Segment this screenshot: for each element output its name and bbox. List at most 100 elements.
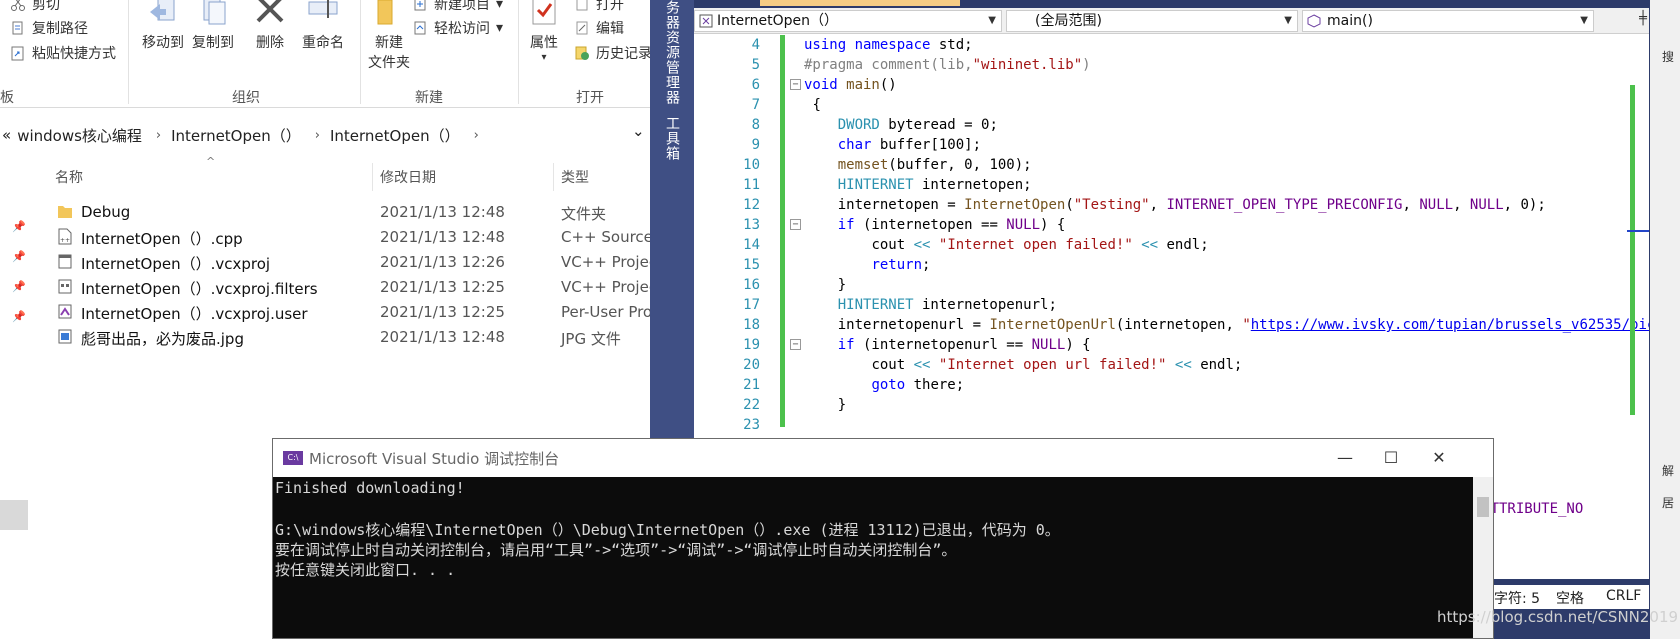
folder-icon bbox=[58, 206, 72, 218]
easy-access-button[interactable]: 轻松访问 ▾ bbox=[412, 18, 503, 38]
new-item-label: 新建项目 bbox=[434, 0, 490, 13]
cpp-file-icon: ++ bbox=[58, 228, 72, 245]
cut-label: 剪切 bbox=[32, 0, 60, 13]
scope-dropdown[interactable]: (全局范围) ▼ bbox=[1006, 10, 1298, 32]
project-dropdown[interactable]: InternetOpen（） ▼ bbox=[694, 10, 1002, 32]
code-token: if bbox=[837, 337, 855, 353]
new-item-caret-icon: ▾ bbox=[496, 0, 504, 12]
file-row[interactable]: Debug 2021/1/13 12:48 文件夹 bbox=[0, 200, 652, 225]
code-token: there; bbox=[905, 377, 965, 393]
code-line: HINTERNET internetopen; bbox=[804, 175, 1032, 195]
svg-text:++: ++ bbox=[60, 237, 70, 244]
code-area[interactable]: 4 5 6 7 8 9 10 11 12 13 14 15 16 17 18 1… bbox=[694, 35, 1649, 439]
code-token: } bbox=[837, 277, 847, 293]
file-row[interactable]: ++ InternetOpen（）.cpp 2021/1/13 12:48 C+… bbox=[0, 225, 652, 250]
properties-panel-tab[interactable]: 居 bbox=[1662, 494, 1674, 511]
file-row[interactable]: 彪哥出品，必为废品.jpg 2021/1/13 12:48 JPG 文件 bbox=[0, 325, 652, 350]
line-number: 23 bbox=[743, 417, 760, 433]
new-item-icon bbox=[414, 0, 426, 11]
file-name: InternetOpen（）.vcxproj.filters bbox=[81, 280, 318, 298]
column-divider[interactable] bbox=[372, 163, 373, 191]
breadcrumb-chevron-icon[interactable]: › bbox=[315, 128, 320, 143]
line-number: 5 bbox=[751, 57, 760, 73]
paste-shortcut-button[interactable]: 粘贴快捷方式 bbox=[10, 43, 116, 63]
address-bar[interactable]: « windows核心编程 › InternetOpen（） › Interne… bbox=[0, 120, 652, 150]
code-token: NULL bbox=[1419, 197, 1454, 213]
code-token: void bbox=[804, 77, 838, 93]
breadcrumb-project[interactable]: InternetOpen（） bbox=[171, 125, 301, 146]
toolbox-tab[interactable]: 工具箱 bbox=[662, 116, 682, 161]
console-title: Microsoft Visual Studio 调试控制台 bbox=[309, 450, 560, 468]
address-back-icon[interactable]: « bbox=[2, 126, 11, 144]
change-tracking-bar bbox=[780, 35, 785, 427]
scrollbar-change-marker bbox=[1630, 85, 1635, 415]
column-type[interactable]: 类型 bbox=[561, 167, 589, 187]
column-divider[interactable] bbox=[553, 163, 554, 191]
code-token: << bbox=[1141, 237, 1159, 253]
ribbon-separator bbox=[128, 0, 129, 104]
scrollbar-thumb[interactable] bbox=[1477, 497, 1489, 517]
column-date[interactable]: 修改日期 bbox=[380, 167, 436, 187]
console-title-bar[interactable]: C:\ Microsoft Visual Studio 调试控制台 — ☐ ✕ bbox=[273, 439, 1493, 477]
fold-toggle-icon[interactable]: − bbox=[790, 219, 801, 230]
history-button[interactable]: 历史记录 bbox=[574, 43, 652, 63]
history-icon bbox=[575, 46, 589, 60]
member-dropdown[interactable]: main() ▼ bbox=[1302, 10, 1594, 32]
breadcrumb-chevron-icon[interactable]: › bbox=[156, 128, 161, 143]
fold-toggle-icon[interactable]: − bbox=[790, 79, 801, 90]
copy-path-button[interactable]: 复制路径 bbox=[10, 18, 88, 38]
maximize-button[interactable]: ☐ bbox=[1373, 445, 1409, 471]
file-row[interactable]: InternetOpen（）.vcxproj 2021/1/13 12:26 V… bbox=[0, 250, 652, 275]
ribbon: 剪切 复制路径 粘贴快捷方式 板 移动到 复制到 删除 重命名 组织 新建 文件… bbox=[0, 0, 652, 108]
solution-panel-tab[interactable]: 解 bbox=[1662, 462, 1674, 479]
ribbon-separator bbox=[518, 0, 519, 104]
active-doc-tab[interactable] bbox=[760, 0, 960, 6]
code-token: memset bbox=[837, 157, 889, 173]
code-token: internetopenurl = bbox=[837, 317, 990, 333]
editor-navigation-bar: InternetOpen（） ▼ (全局范围) ▼ main() ▼ ╪ bbox=[694, 8, 1649, 34]
status-spaces[interactable]: 空格 bbox=[1556, 588, 1584, 608]
column-name[interactable]: 名称 bbox=[55, 167, 83, 187]
console-app-icon: C:\ bbox=[283, 451, 303, 465]
breadcrumb-folder[interactable]: InternetOpen（） bbox=[330, 125, 460, 146]
move-to-button[interactable]: 移动到 bbox=[138, 0, 188, 52]
code-token: using bbox=[804, 37, 847, 53]
new-group-label: 新建 bbox=[415, 90, 443, 106]
search-panel-tab[interactable]: 搜 bbox=[1662, 48, 1674, 65]
close-button[interactable]: ✕ bbox=[1421, 445, 1457, 471]
new-folder-button[interactable]: 新建 文件夹 bbox=[360, 0, 418, 72]
code-url-link[interactable]: https://www.ivsky.com/tupian/brussels_v6… bbox=[1251, 317, 1649, 333]
status-eol[interactable]: CRLF bbox=[1606, 588, 1641, 604]
console-output[interactable]: Finished downloading! G:\windows核心编程\Int… bbox=[273, 477, 1473, 638]
line-number: 14 bbox=[743, 237, 760, 253]
code-line: return; bbox=[804, 255, 930, 275]
file-row[interactable]: InternetOpen（）.vcxproj.user 2021/1/13 12… bbox=[0, 300, 652, 325]
rename-button[interactable]: 重命名 bbox=[296, 0, 350, 52]
copy-to-button[interactable]: 复制到 bbox=[188, 0, 238, 52]
split-editor-icon[interactable]: ╪ bbox=[1639, 11, 1647, 26]
fold-toggle-icon[interactable]: − bbox=[790, 339, 801, 350]
breadcrumb-windows[interactable]: windows核心编程 bbox=[17, 125, 142, 146]
properties-button[interactable]: 属性 ▾ bbox=[522, 0, 566, 63]
edit-button[interactable]: 编辑 bbox=[574, 18, 624, 38]
open-button[interactable]: 打开 bbox=[574, 0, 624, 14]
status-chars[interactable]: 字符: 5 bbox=[1494, 588, 1540, 608]
file-row[interactable]: InternetOpen（）.vcxproj.filters 2021/1/13… bbox=[0, 275, 652, 300]
new-item-button[interactable]: 新建项目 ▾ bbox=[412, 0, 503, 14]
chevron-down-icon: ▼ bbox=[1284, 15, 1292, 26]
cut-button[interactable]: 剪切 bbox=[10, 0, 60, 14]
code-token: "Testing" bbox=[1073, 197, 1150, 213]
server-explorer-tab[interactable]: 务器资源管理器 bbox=[662, 0, 682, 105]
line-number: 19 bbox=[743, 337, 760, 353]
delete-button[interactable]: 删除 bbox=[250, 0, 290, 52]
line-number: 7 bbox=[751, 97, 760, 113]
minimize-button[interactable]: — bbox=[1327, 445, 1363, 471]
open-label: 打开 bbox=[596, 0, 624, 13]
scissors-icon bbox=[11, 0, 25, 11]
breadcrumb-chevron-icon[interactable]: › bbox=[474, 128, 479, 143]
code-token: HINTERNET bbox=[837, 297, 914, 313]
line-number: 12 bbox=[743, 197, 760, 213]
nav-pane-selection[interactable] bbox=[0, 500, 28, 530]
address-dropdown-icon[interactable]: ⌄ bbox=[632, 122, 645, 140]
